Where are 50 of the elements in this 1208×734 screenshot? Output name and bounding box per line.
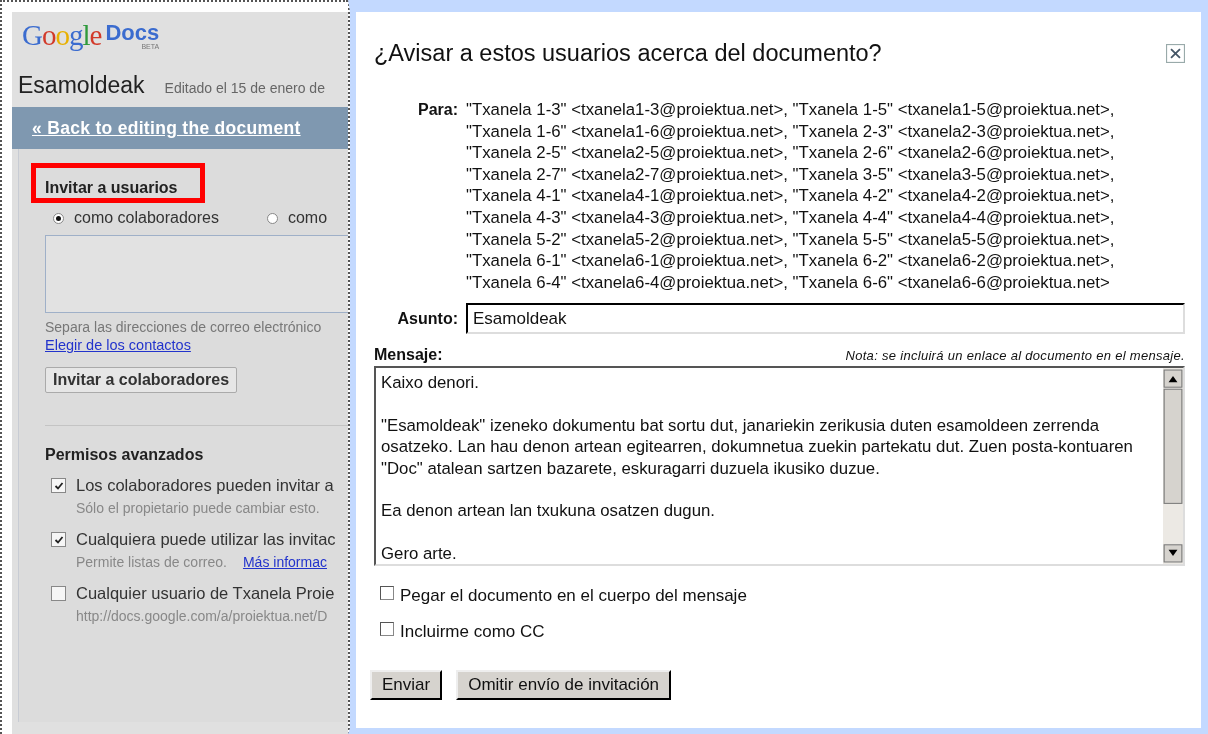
checkmark-icon (53, 480, 64, 491)
recipient-line: "Txanela 1-3" <txanela1-3@proiektua.net>, "Txanela 1-5" <txanela1-5@proiektua.net>, (466, 99, 1116, 121)
message-label: Mensaje: (374, 346, 443, 365)
subject-label: Asunto: (396, 309, 458, 328)
recipient-line: "Txanela 1-6" <txanela1-6@proiektua.net>, "Txanela 2-3" <txanela2-3@proiektua.net>, (466, 120, 1116, 143)
contacts-link[interactable]: Elegir de los contactos (45, 337, 191, 353)
option-note: Permite listas de correo. (76, 554, 227, 570)
radio-button[interactable] (266, 212, 278, 224)
checkbox[interactable] (51, 532, 66, 547)
role-label: como colaboradores (74, 209, 219, 227)
recipient-line: "Txanela 2-5" <txanela2-5@proiektua.net>, "Txanela 2-6" <txanela2-6@proiektua.net>, (466, 142, 1116, 164)
checkmark-icon (53, 534, 64, 545)
recipient-line: "Txanela 2-7" <txanela2-7@proiektua.net>, "Txanela 3-5" <txanela3-5@proiektua.net>, (466, 163, 1116, 186)
recipient-line: "Txanela 4-3" <txanela4-3@proiektua.net>, "Txanela 4-4" <txanela4-4@proiektua.net>, (466, 206, 1116, 229)
recipient-line: "Txanela 6-4" <txanela6-4@proiektua.net>, "Txanela 6-6" <txanela6-6@proiektua.net> (466, 271, 1111, 294)
checkbox[interactable] (380, 586, 394, 601)
more-info-link[interactable]: Más informac (242, 554, 327, 570)
radio-button[interactable] (53, 212, 64, 224)
docs-logo: Docs (105, 20, 160, 45)
option-label: Los colaboradores pueden invitar a (76, 476, 334, 495)
role-label: como (287, 209, 328, 227)
note-text: Nota: se incluirá un enlace al documento en el mensaje. (845, 348, 1185, 364)
message-text: Kaixo denori. "Esamoldeak" izeneko dokumentu bat sortu dut, janariekin zerikusia duten esamoldeen zerrenda osatzeko. Lan hau denon artean egitearren, dokumnetua zuekin partekatu dut. Zuen posta-kontuaren "Doc" atalean sartzen bazarete, eskuragarri duzuela ikusiko duzue. Ea denon artean lan txukuna osatzen dugun. Gero arte. (380, 372, 1134, 565)
invite-heading: Invitar a usuarios (45, 179, 179, 197)
google-logo: Google (22, 20, 102, 50)
recipient-line: "Txanela 4-1" <txanela4-1@proiektua.net>, "Txanela 4-2" <txanela4-2@proiektua.net>, (466, 185, 1116, 207)
option-label: Pegar el documento en el cuerpo del mensaje (400, 586, 747, 607)
checkbox[interactable] (380, 622, 394, 637)
send-button[interactable]: Enviar (370, 670, 443, 701)
recipient-line: "Txanela 5-2" <txanela5-2@proiektua.net>, "Txanela 5-5" <txanela5-5@proiektua.net>, (466, 228, 1116, 251)
subject-field[interactable]: Esamoldeak (466, 303, 1185, 335)
close-icon[interactable] (1166, 44, 1185, 63)
dialog-title: ¿Avisar a estos usuarios acerca del documento? (374, 40, 882, 67)
recipient-line: "Txanela 6-1" <txanela6-1@proiektua.net>, "Txanela 6-2" <txanela6-2@proiektua.net>, (466, 250, 1116, 272)
option-note: http://docs.google.com/a/proiektua.net/D (76, 608, 328, 624)
hint-text: Separa las direcciones de correo electrónico (45, 319, 323, 335)
invite-button[interactable]: Invitar a colaboradores (45, 367, 238, 393)
checkbox[interactable] (51, 478, 66, 493)
option-label: Incluirme como CC (400, 622, 545, 643)
scrollbar[interactable] (1163, 368, 1183, 565)
edited-date: Editado el 15 de enero de (164, 80, 325, 96)
email-field[interactable] (45, 235, 348, 313)
document-title: Esamoldeak (18, 72, 145, 99)
option-label: Cualquier usuario de Txanela Proie (76, 584, 335, 603)
to-label: Para: (416, 100, 458, 120)
option-label: Cualquiera puede utilizar las invitac (76, 530, 336, 549)
option-note: Sólo el propietario puede cambiar esto. (76, 500, 320, 516)
advanced-heading: Permisos avanzados (45, 446, 205, 464)
checkbox[interactable] (51, 586, 66, 601)
skip-button[interactable]: Omitir envío de invitación (456, 670, 672, 701)
